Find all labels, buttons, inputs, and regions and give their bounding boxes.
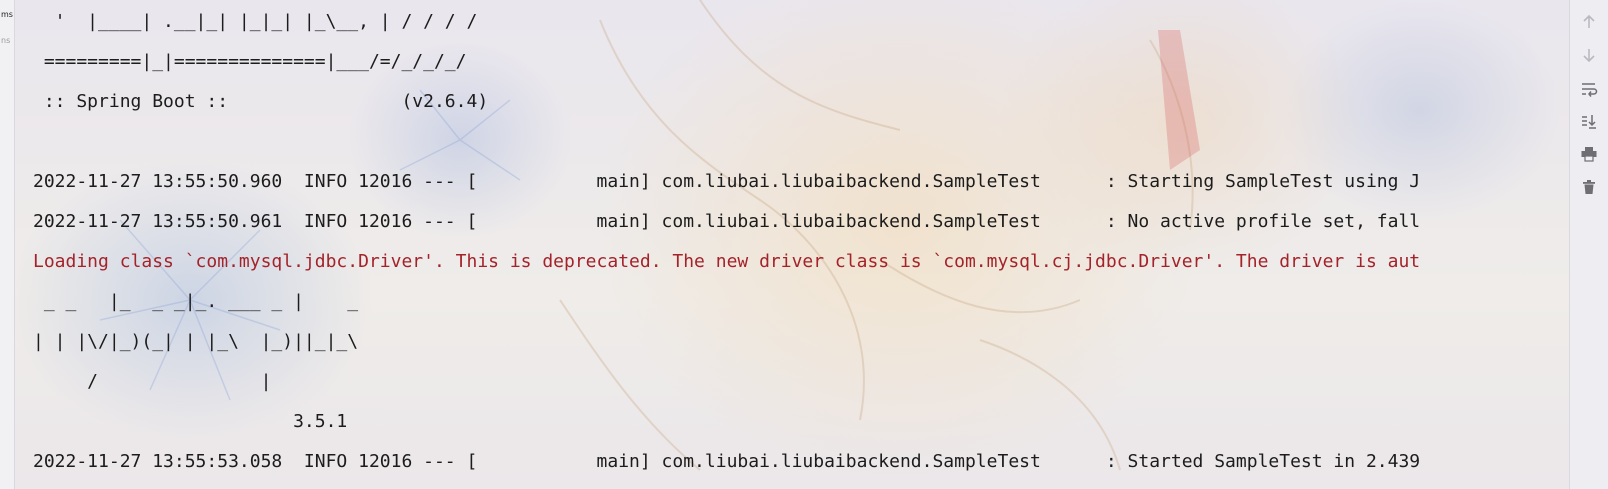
console-line-spring-boot-version: :: Spring Boot :: (v2.6.4) — [33, 91, 489, 112]
gutter-tab-1[interactable]: ms — [1, 10, 13, 19]
run-console-output[interactable]: ' |____| .__|_| |_|_| |_\__, | / / / / =… — [16, 0, 1532, 489]
trash-icon[interactable] — [1576, 174, 1602, 200]
console-line-mybatis-version: 3.5.1 — [33, 411, 348, 432]
soft-wrap-icon[interactable] — [1576, 76, 1602, 102]
arrow-up-icon[interactable] — [1576, 9, 1602, 35]
arrow-down-icon[interactable] — [1576, 42, 1602, 68]
console-toolbar — [1569, 0, 1608, 489]
console-line-banner-2: =========|_|==============|___/=/_/_/_/ — [33, 51, 467, 72]
console-line-banner-1: ' |____| .__|_| |_|_| |_\__, | / / / / — [33, 11, 478, 32]
console-log-line: 2022-11-27 13:55:50.960 INFO 12016 --- [… — [33, 171, 1421, 192]
scroll-to-end-icon[interactable] — [1576, 108, 1602, 134]
console-log-line: 2022-11-27 13:55:50.961 INFO 12016 --- [… — [33, 211, 1421, 232]
console-line-mybatis-banner-1: _ _ |_ _ _|_. ___ _ | _ — [33, 291, 359, 312]
gutter-tab-2[interactable]: ns — [1, 36, 10, 45]
console-error-line: Loading class `com.mysql.jdbc.Driver'. T… — [33, 251, 1421, 272]
console-line-mybatis-banner-2: | | |\/|_)(_| | |_\ |_)||_|_\ — [33, 331, 359, 352]
console-log-line: 2022-11-27 13:55:53.058 INFO 12016 --- [… — [33, 451, 1421, 472]
console-line-mybatis-banner-3: / | — [33, 371, 272, 392]
left-tool-window-strip: ms ns — [0, 0, 15, 489]
print-icon[interactable] — [1576, 141, 1602, 167]
